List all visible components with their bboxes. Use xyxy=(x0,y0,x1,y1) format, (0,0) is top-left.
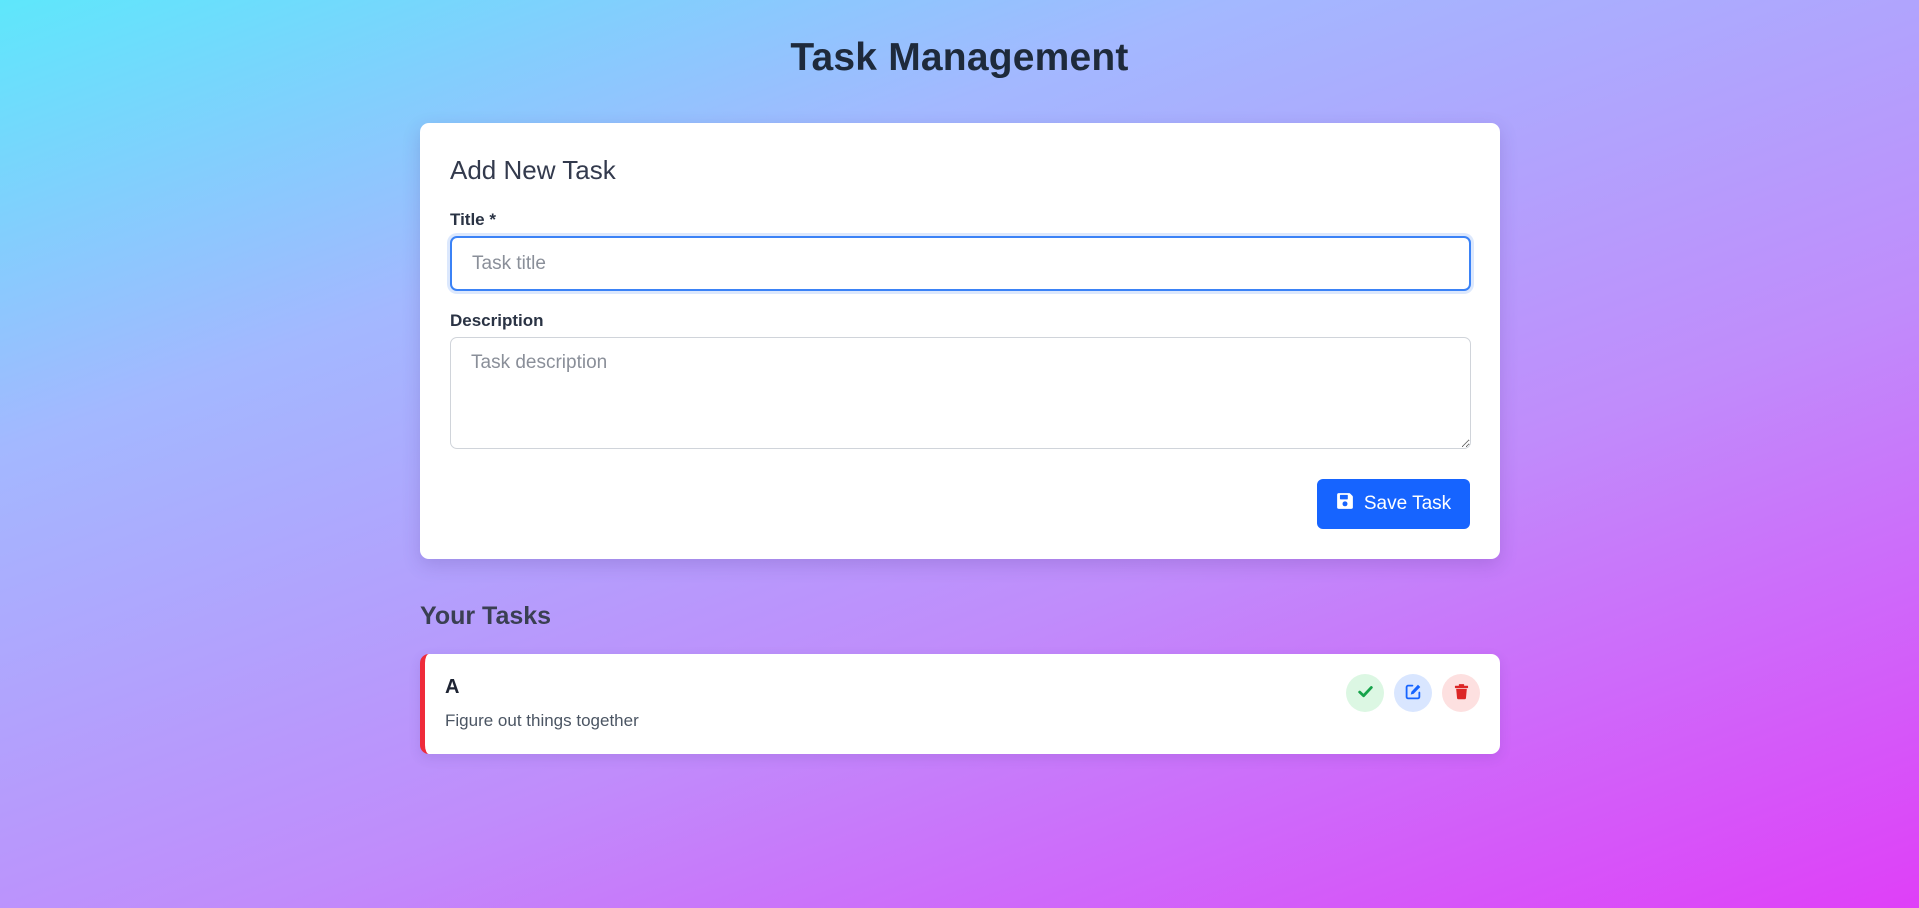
save-task-button[interactable]: Save Task xyxy=(1317,479,1470,529)
task-description-input[interactable] xyxy=(450,337,1471,449)
edit-task-button[interactable] xyxy=(1394,674,1432,712)
add-task-card: Add New Task Title * Description Save Ta… xyxy=(420,123,1500,559)
task-title-input[interactable] xyxy=(450,236,1471,291)
complete-task-button[interactable] xyxy=(1346,674,1384,712)
page-title: Task Management xyxy=(790,36,1129,79)
check-icon xyxy=(1357,683,1374,703)
task-item: A Figure out things together xyxy=(420,654,1500,754)
title-label: Title * xyxy=(450,210,496,229)
save-task-label: Save Task xyxy=(1363,493,1452,514)
add-task-heading: Add New Task xyxy=(450,155,616,185)
trash-icon xyxy=(1453,683,1470,703)
your-tasks-heading: Your Tasks xyxy=(420,602,552,630)
floppy-disk-icon xyxy=(1336,492,1354,516)
delete-task-button[interactable] xyxy=(1442,674,1480,712)
task-item-description: Figure out things together xyxy=(445,711,639,730)
task-item-title: A xyxy=(445,676,460,698)
task-actions xyxy=(1346,674,1480,712)
description-label: Description xyxy=(450,311,544,330)
edit-icon xyxy=(1405,683,1422,703)
